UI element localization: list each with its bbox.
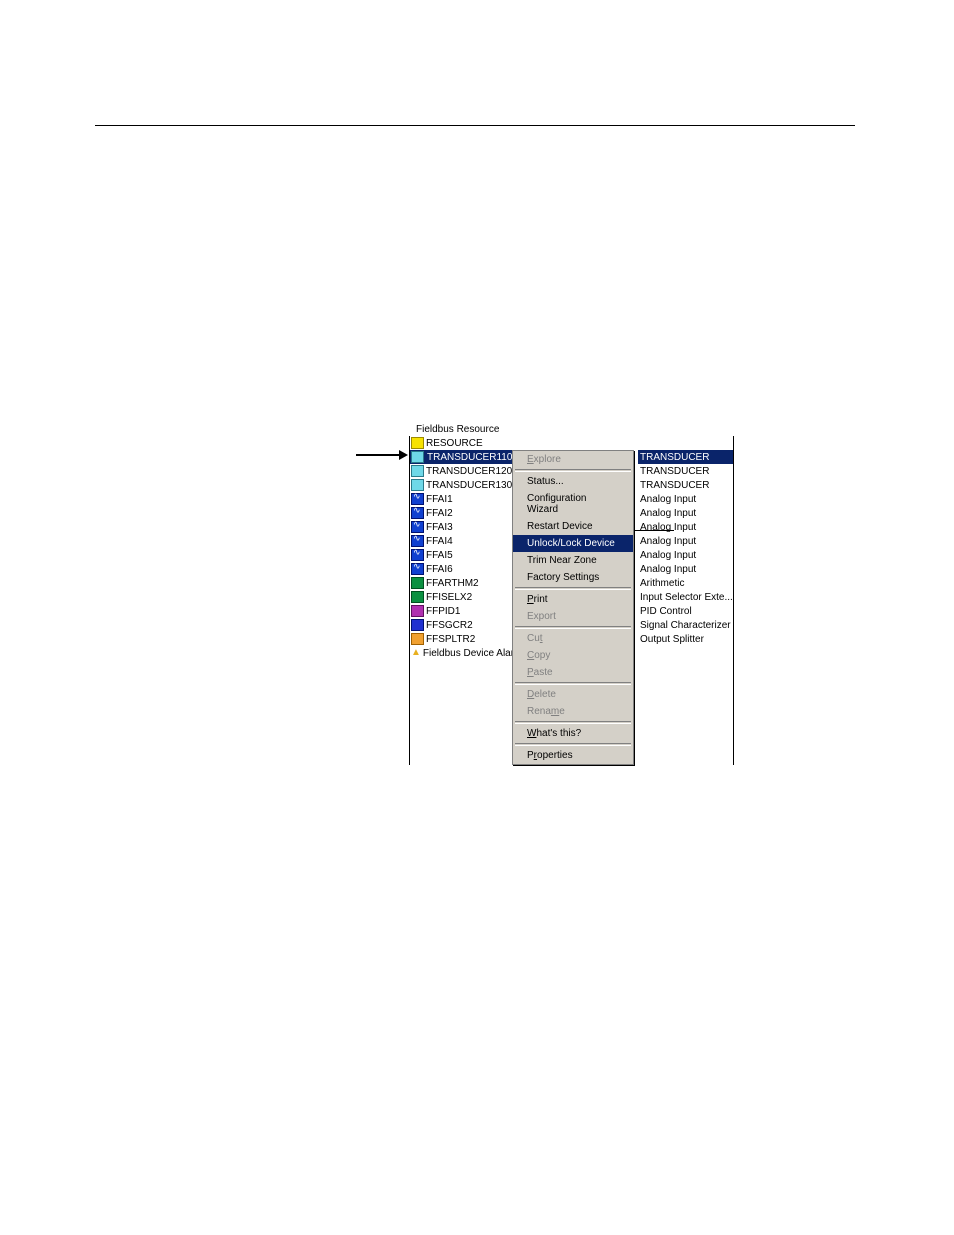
cyan-icon [411,465,424,477]
type-item[interactable]: Analog Input [638,562,733,576]
tree-item-ffiselx2[interactable]: FFISELX2 [410,590,512,604]
tree-item-ffspltr2[interactable]: FFSPLTR2 [410,632,512,646]
tree-item-label: TRANSDUCER1200 [426,466,512,477]
blue-icon [411,549,424,561]
menu-separator [515,721,631,724]
underline [634,530,674,531]
header-label: Fieldbus Resource [412,424,499,435]
cyan-icon [411,451,424,463]
tree-item-ffsgcr2[interactable]: FFSGCR2 [410,618,512,632]
type-item[interactable]: Analog Input [638,506,733,520]
tree-item-label: FFAI6 [426,564,453,575]
tree-item-ffai3[interactable]: FFAI3 [410,520,512,534]
cyan-icon [411,479,424,491]
tree-item-label: TRANSDUCER1100 [426,452,512,463]
tree-item-resource[interactable]: RESOURCE [410,436,512,450]
type-item[interactable]: Arithmetic [638,576,733,590]
type-item[interactable]: TRANSDUCER [638,478,733,492]
tree-item-transducer1100[interactable]: TRANSDUCER1100 [410,450,512,464]
type-item[interactable]: Signal Characterizer [638,618,733,632]
menu-item-unlock-lock-device[interactable]: Unlock/Lock Device [513,535,633,552]
menu-separator [515,626,631,629]
tree-item-label: FFAI3 [426,522,453,533]
blue-icon [411,535,424,547]
type-item[interactable]: Analog Input [638,548,733,562]
tree-item-ffai4[interactable]: FFAI4 [410,534,512,548]
menu-item-trim-near-zone[interactable]: Trim Near Zone [513,552,633,569]
tree-column: RESOURCE TRANSDUCER1100 TRANSDUCER1200 TRAN… [410,436,512,765]
magenta-icon [411,605,424,617]
menu-item-rename: Rename [513,703,633,720]
menu-separator [515,743,631,746]
type-item[interactable]: TRANSDUCER [638,464,733,478]
bell-icon [411,647,421,659]
tree-item-fieldbus-device-alarms[interactable]: Fieldbus Device Alarms [410,646,512,660]
tree-item-ffai1[interactable]: FFAI1 [410,492,512,506]
tree-item-transducer1300[interactable]: TRANSDUCER1300 [410,478,512,492]
menu-item-what-s-this-[interactable]: What's this? [513,725,633,742]
tree-item-ffarthm2[interactable]: FFARTHM2 [410,576,512,590]
menu-item-delete: Delete [513,686,633,703]
menu-separator [515,682,631,685]
green-icon [411,577,424,589]
tree-item-label: Fieldbus Device Alarms [423,648,512,659]
type-item[interactable]: TRANSDUCER [638,450,733,464]
yellow-icon [411,437,424,449]
type-item[interactable]: Output Splitter [638,632,733,646]
green-icon [411,591,424,603]
blue-icon [411,507,424,519]
type-item[interactable]: Analog Input [638,534,733,548]
blue-icon [411,563,424,575]
tree-item-label: FFAI2 [426,508,453,519]
menu-item-status-[interactable]: Status... [513,473,633,490]
menu-item-properties[interactable]: Properties [513,747,633,764]
type-item[interactable]: Analog Input [638,492,733,506]
tree-item-label: FFISELX2 [426,592,472,603]
menu-item-restart-device[interactable]: Restart Device [513,518,633,535]
explorer-panel: RESOURCE TRANSDUCER1100 TRANSDUCER1200 TRAN… [409,436,734,765]
tree-item-ffai6[interactable]: FFAI6 [410,562,512,576]
tree-item-label: FFAI5 [426,550,453,561]
tree-item-label: FFARTHM2 [426,578,479,589]
blue-icon [411,493,424,505]
blue-icon [411,521,424,533]
type-item[interactable]: PID Control [638,604,733,618]
blue2-icon [411,619,424,631]
type-item[interactable]: Analog Input [638,520,733,534]
tree-item-ffai5[interactable]: FFAI5 [410,548,512,562]
menu-item-explore: Explore [513,451,633,468]
type-column: Fieldbus Resource TRANSDUCERTRANSDUCERTR… [634,436,733,765]
tree-item-label: TRANSDUCER1300 [426,480,512,491]
tree-item-label: FFSPLTR2 [426,634,475,645]
orange-icon [411,633,424,645]
menu-item-paste: Paste [513,664,633,681]
menu-item-print[interactable]: Print [513,591,633,608]
menu-item-factory-settings[interactable]: Factory Settings [513,569,633,586]
tree-item-ffai2[interactable]: FFAI2 [410,506,512,520]
header-resource: Fieldbus Resource [412,422,499,436]
menu-item-copy: Copy [513,647,633,664]
tree-item-ffpid1[interactable]: FFPID1 [410,604,512,618]
menu-item-export: Export [513,608,633,625]
menu-item-cut: Cut [513,630,633,647]
menu-separator [515,587,631,590]
tree-item-label: FFAI4 [426,536,453,547]
tree-item-label: RESOURCE [426,438,483,449]
type-item[interactable]: Input Selector Exte... [638,590,733,604]
menu-separator [515,469,631,472]
context-menu[interactable]: Explore Status...Configuration WizardRest… [512,450,634,765]
horizontal-rule [95,125,855,126]
tree-item-label: FFSGCR2 [426,620,473,631]
tree-item-label: FFAI1 [426,494,453,505]
pointer-arrow [356,450,408,460]
tree-item-label: FFPID1 [426,606,460,617]
menu-item-configuration-wizard[interactable]: Configuration Wizard [513,490,633,518]
tree-item-transducer1200[interactable]: TRANSDUCER1200 [410,464,512,478]
